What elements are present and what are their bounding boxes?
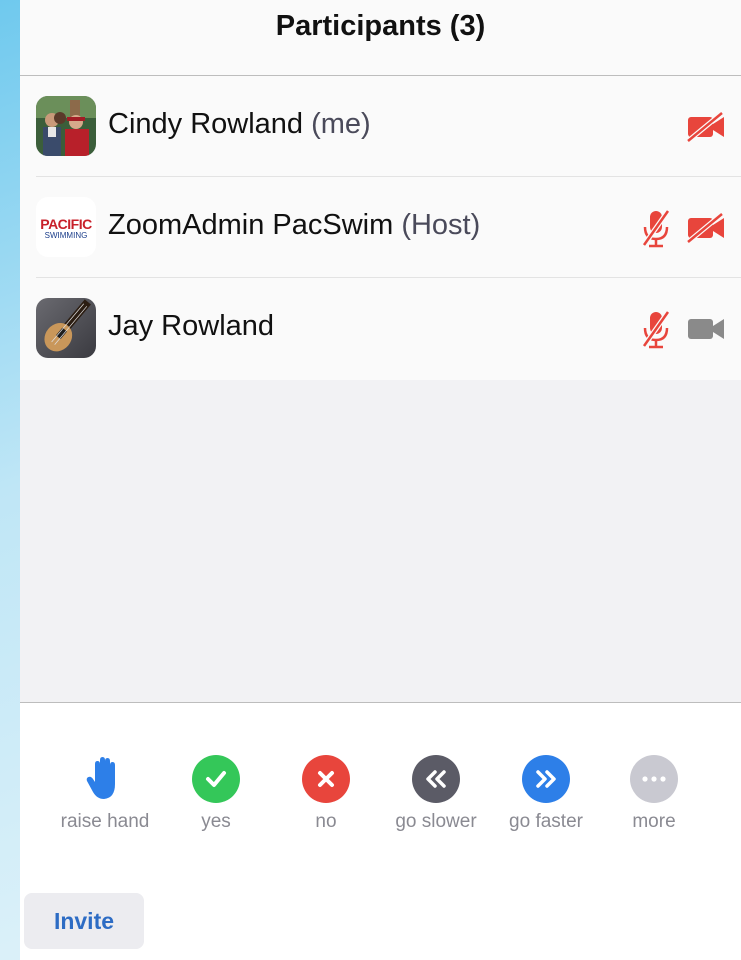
participant-name: Jay Rowland [108,310,275,342]
reaction-no[interactable]: no [271,755,381,833]
participant-name: Cindy Rowland (me) [108,108,371,140]
empty-list-area [20,380,741,703]
reaction-label: raise hand [60,811,150,832]
reaction-label: go faster [509,811,583,832]
more-icon [630,755,678,803]
avatar [36,298,96,358]
page-title: Participants (3) [275,10,486,42]
participant-name: ZoomAdmin PacSwim (Host) [108,209,481,241]
go-slower-icon [412,755,460,803]
invite-button[interactable]: Invite [24,893,144,949]
mic-muted-icon [640,209,672,254]
reaction-label: more [632,811,676,832]
reaction-more[interactable]: more [599,755,709,833]
participant-row-jay[interactable]: Jay Rowland [20,278,741,379]
logo-subtext: SWIMMING [44,231,88,240]
video-off-icon [686,111,726,147]
participant-role: (Host) [401,209,481,241]
raise-hand-icon [81,755,129,803]
reactions-bar: raise hand yes no go slower go faster mo… [20,703,741,960]
participant-list: Cindy Rowland (me) PACIFIC SWIMMING Zoom… [20,76,741,380]
logo-text: PACIFIC [40,216,92,232]
reaction-label: go slower [395,811,477,832]
header: Participants (3) [20,0,741,76]
reaction-go-slower[interactable]: go slower [381,755,491,833]
reaction-label: yes [201,811,231,832]
avatar: PACIFIC SWIMMING [36,197,96,257]
participant-role: (me) [311,108,371,140]
mic-muted-icon [640,310,672,355]
participants-panel: Participants (3) Cindy Rowland (me) PACI… [20,0,741,960]
avatar [36,96,96,156]
reaction-label: no [315,811,337,832]
video-off-icon [686,212,726,248]
x-icon [302,755,350,803]
participant-row-cindy[interactable]: Cindy Rowland (me) [20,76,741,177]
go-faster-icon [522,755,570,803]
reaction-yes[interactable]: yes [161,755,271,833]
video-on-icon [686,316,726,347]
check-icon [192,755,240,803]
reaction-raise-hand[interactable]: raise hand [50,755,160,833]
participant-row-host[interactable]: PACIFIC SWIMMING ZoomAdmin PacSwim (Host… [20,177,741,278]
reaction-go-faster[interactable]: go faster [491,755,601,833]
